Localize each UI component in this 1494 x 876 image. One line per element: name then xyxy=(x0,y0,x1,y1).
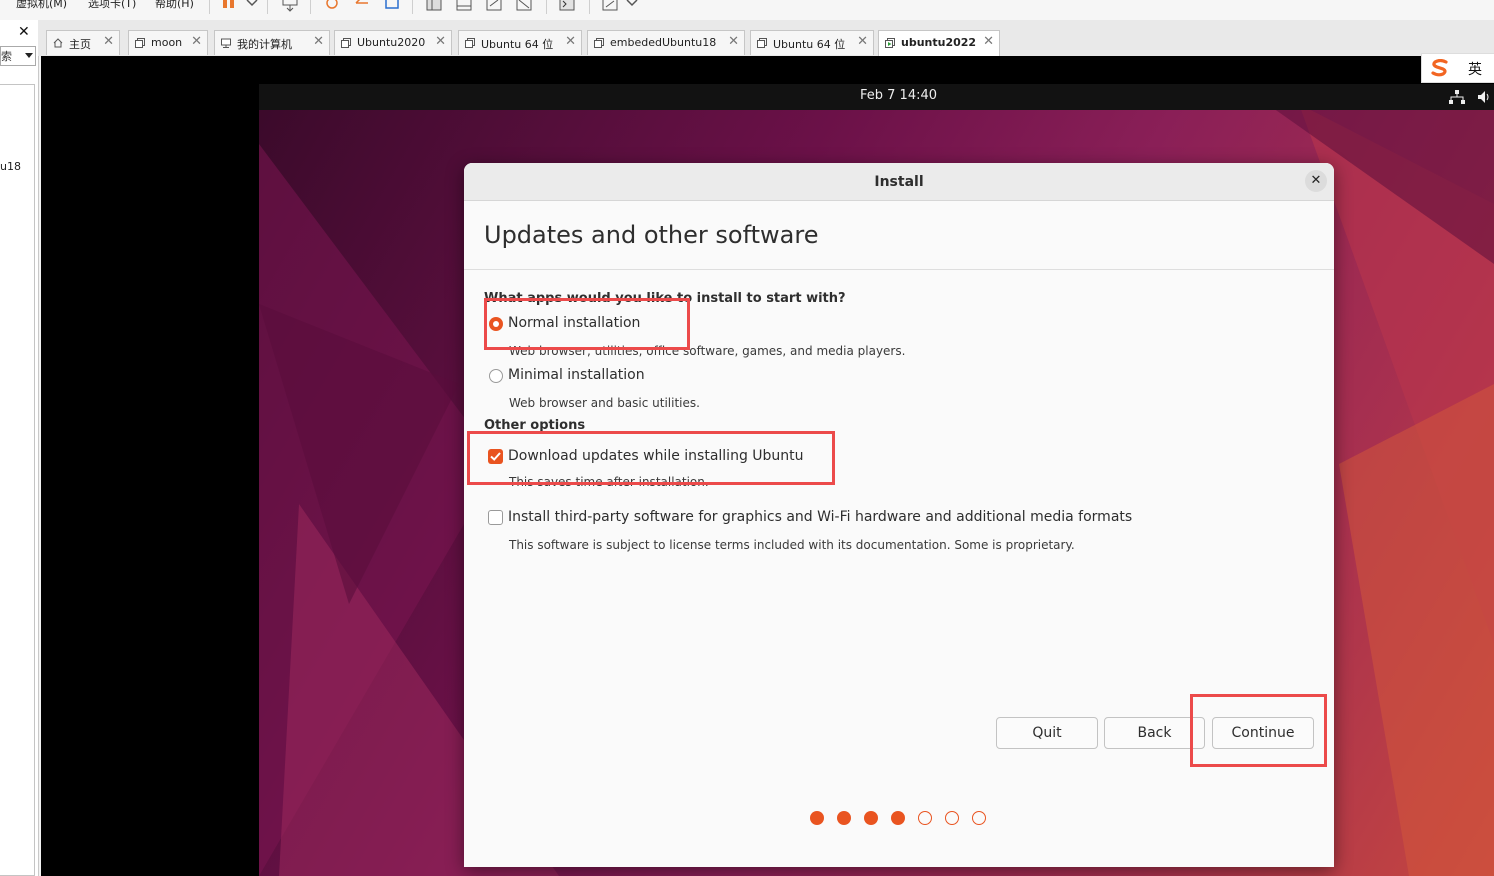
third-party-software-desc: This software is subject to license term… xyxy=(509,538,1075,552)
library-tree xyxy=(0,84,35,876)
dialog-title: Install xyxy=(874,174,924,190)
volume-icon[interactable] xyxy=(1477,90,1491,104)
tab-ubuntu-64-2[interactable]: Ubuntu 64 位 ✕ xyxy=(750,30,874,55)
progress-dot-pending xyxy=(918,811,932,825)
console-icon[interactable] xyxy=(559,0,575,12)
close-library-icon[interactable]: ✕ xyxy=(18,24,30,40)
minimal-installation-radio[interactable] xyxy=(489,369,503,383)
vm-icon xyxy=(341,38,351,48)
toolbar-separator xyxy=(412,0,413,14)
tab-ubuntu-64[interactable]: Ubuntu 64 位 ✕ xyxy=(458,30,582,55)
progress-dot-done xyxy=(810,811,824,825)
dialog-titlebar[interactable]: Install ✕ xyxy=(464,163,1334,201)
tab-moon[interactable]: moon ✕ xyxy=(128,30,208,55)
close-tab-icon[interactable]: ✕ xyxy=(435,34,446,49)
toolbar-separator xyxy=(546,0,547,14)
close-tab-icon[interactable]: ✕ xyxy=(313,34,324,49)
annotation-box-download-updates xyxy=(467,431,835,485)
vm-icon xyxy=(594,38,604,48)
toolbar-separator xyxy=(267,0,268,14)
vm-icon xyxy=(757,38,767,48)
progress-dot-pending xyxy=(972,811,986,825)
ime-toolbar[interactable]: 英 xyxy=(1421,53,1494,83)
tab-home[interactable]: 主页 ✕ xyxy=(46,30,120,55)
snapshot-manager-icon[interactable] xyxy=(384,0,400,12)
network-icon[interactable] xyxy=(1449,90,1465,104)
dialog-header: Updates and other software xyxy=(464,201,1334,270)
close-tab-icon[interactable]: ✕ xyxy=(191,34,202,49)
library-view-icon[interactable] xyxy=(426,0,442,12)
close-tab-icon[interactable]: ✕ xyxy=(728,34,739,49)
close-tab-icon[interactable]: ✕ xyxy=(983,34,994,49)
library-search-field[interactable]: 索 xyxy=(0,46,36,66)
gnome-top-bar: Feb 7 14:40 xyxy=(259,84,1494,110)
progress-dot-pending xyxy=(945,811,959,825)
library-search-text: 索 xyxy=(1,50,12,63)
stretch-guest-icon[interactable] xyxy=(602,0,618,12)
menu-help[interactable]: 帮助(H) xyxy=(155,0,194,11)
chevron-down-icon[interactable] xyxy=(244,0,260,12)
menu-vm[interactable]: 虚拟机(M) xyxy=(16,0,67,11)
sogou-logo-icon[interactable] xyxy=(1430,59,1450,77)
minimal-installation-desc: Web browser and basic utilities. xyxy=(509,396,700,410)
pause-icon[interactable] xyxy=(222,0,238,12)
close-tab-icon[interactable]: ✕ xyxy=(103,34,114,49)
snapshot-icon[interactable] xyxy=(324,0,340,12)
page-title: Updates and other software xyxy=(484,221,819,249)
unity-icon[interactable] xyxy=(516,0,532,12)
computer-icon xyxy=(221,38,231,48)
vmware-menubar: 虚拟机(M) 选项卡(T) 帮助(H) xyxy=(0,0,1494,21)
send-ctrl-alt-del-icon[interactable] xyxy=(282,0,298,12)
close-tab-icon[interactable]: ✕ xyxy=(565,34,576,49)
vm-running-icon xyxy=(885,38,895,48)
minimal-installation-label[interactable]: Minimal installation xyxy=(508,367,645,383)
home-icon xyxy=(53,38,63,48)
vm-tab-strip: 主页 ✕ moon ✕ 我的计算机 ✕ Ubuntu2020 ✕ Ubuntu … xyxy=(38,20,1494,56)
progress-dot-done xyxy=(891,811,905,825)
ime-language-toggle[interactable]: 英 xyxy=(1468,59,1482,79)
vm-icon xyxy=(465,38,475,48)
tab-embeded-ubuntu18[interactable]: embededUbuntu18 ✕ xyxy=(587,30,745,55)
library-panel: ✕ 索 u18 xyxy=(0,20,39,876)
close-tab-icon[interactable]: ✕ xyxy=(857,34,868,49)
tab-ubuntu2020[interactable]: Ubuntu2020 ✕ xyxy=(334,30,452,55)
revert-snapshot-icon[interactable] xyxy=(354,0,370,12)
toolbar-separator xyxy=(209,0,210,14)
tab-ubuntu2022[interactable]: ubuntu2022 ✕ xyxy=(878,30,1000,56)
third-party-software-label[interactable]: Install third-party software for graphic… xyxy=(508,509,1132,525)
chevron-down-icon[interactable] xyxy=(25,53,33,58)
toolbar-separator xyxy=(589,0,590,14)
menu-tabs[interactable]: 选项卡(T) xyxy=(88,0,136,11)
annotation-box-normal-installation xyxy=(484,298,690,350)
tab-my-computer[interactable]: 我的计算机 ✕ xyxy=(214,30,330,55)
fullscreen-icon[interactable] xyxy=(486,0,502,12)
clock[interactable]: Feb 7 14:40 xyxy=(860,88,937,103)
toolbar-separator xyxy=(310,0,311,14)
third-party-software-checkbox[interactable] xyxy=(488,510,503,525)
annotation-box-continue xyxy=(1190,694,1327,767)
progress-dot-done xyxy=(864,811,878,825)
quit-button[interactable]: Quit xyxy=(996,717,1098,749)
progress-dot-done xyxy=(837,811,851,825)
library-item[interactable]: u18 xyxy=(0,160,21,173)
chevron-down-icon[interactable] xyxy=(624,0,640,12)
thumbnail-view-icon[interactable] xyxy=(456,0,472,12)
close-icon[interactable]: ✕ xyxy=(1305,170,1327,192)
vm-icon xyxy=(135,38,145,48)
